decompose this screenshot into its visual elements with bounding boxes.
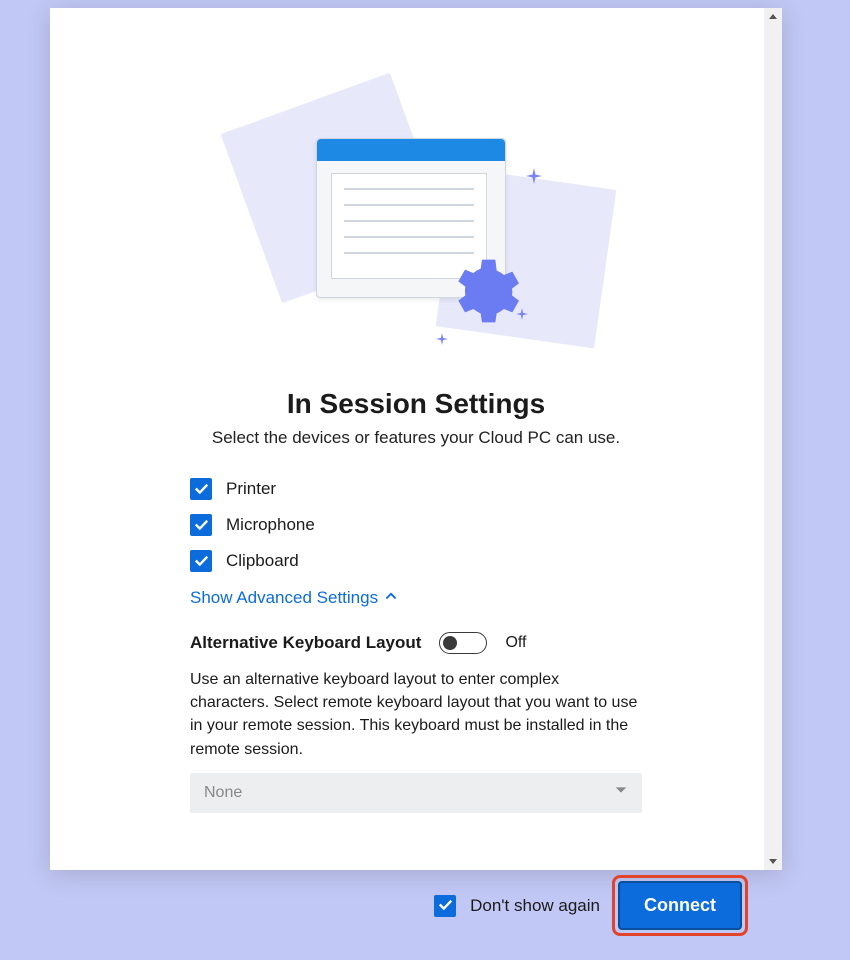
option-label: Microphone bbox=[226, 515, 315, 535]
option-clipboard[interactable]: Clipboard bbox=[190, 550, 712, 572]
select-value: None bbox=[204, 784, 242, 802]
dialog-footer: Don't show again Connect bbox=[50, 875, 764, 936]
alt-keyboard-row: Alternative Keyboard Layout Off bbox=[190, 632, 712, 654]
connect-button[interactable]: Connect bbox=[618, 881, 742, 930]
keyboard-layout-select[interactable]: None bbox=[190, 773, 642, 813]
scroll-up-icon[interactable] bbox=[764, 8, 782, 26]
gear-icon bbox=[441, 253, 521, 333]
checkbox-icon bbox=[190, 514, 212, 536]
session-settings-dialog: In Session Settings Select the devices o… bbox=[50, 8, 782, 870]
toggle-knob bbox=[443, 636, 457, 650]
alt-keyboard-description: Use an alternative keyboard layout to en… bbox=[190, 668, 642, 761]
option-printer[interactable]: Printer bbox=[190, 478, 712, 500]
dont-show-again[interactable]: Don't show again bbox=[434, 895, 600, 917]
checkbox-icon bbox=[190, 478, 212, 500]
device-options: Printer Microphone Clipboard bbox=[190, 478, 712, 572]
option-microphone[interactable]: Microphone bbox=[190, 514, 712, 536]
advanced-link-label: Show Advanced Settings bbox=[190, 588, 378, 608]
checkbox-icon bbox=[434, 895, 456, 917]
scroll-down-icon[interactable] bbox=[764, 852, 782, 870]
dialog-content: In Session Settings Select the devices o… bbox=[50, 98, 782, 960]
chevron-down-icon bbox=[614, 783, 628, 802]
dont-show-label: Don't show again bbox=[470, 896, 600, 916]
connect-highlight: Connect bbox=[612, 875, 748, 936]
chevron-up-icon bbox=[384, 588, 398, 608]
dialog-title: In Session Settings bbox=[120, 388, 712, 420]
alt-keyboard-state: Off bbox=[505, 634, 526, 652]
scrollbar[interactable] bbox=[764, 8, 782, 870]
option-label: Clipboard bbox=[226, 551, 299, 571]
dialog-illustration bbox=[216, 98, 616, 358]
checkbox-icon bbox=[190, 550, 212, 572]
dialog-subtitle: Select the devices or features your Clou… bbox=[120, 428, 712, 448]
show-advanced-link[interactable]: Show Advanced Settings bbox=[190, 588, 712, 608]
option-label: Printer bbox=[226, 479, 276, 499]
alt-keyboard-label: Alternative Keyboard Layout bbox=[190, 633, 421, 653]
alt-keyboard-toggle[interactable] bbox=[439, 632, 487, 654]
